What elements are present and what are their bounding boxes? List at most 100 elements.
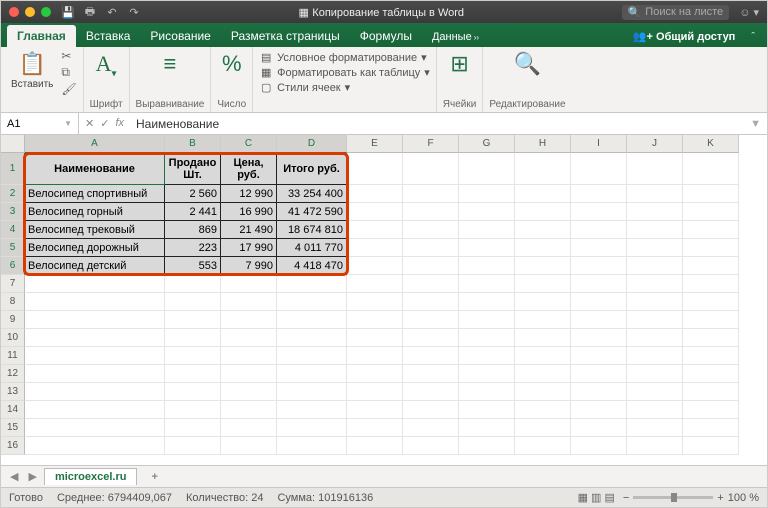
cell[interactable]: Велосипед детский bbox=[25, 257, 165, 275]
row-header[interactable]: 6 bbox=[1, 257, 25, 275]
tab-share[interactable]: 👥+ Общий доступ bbox=[623, 25, 746, 47]
cell[interactable]: 553 bbox=[165, 257, 221, 275]
col-E[interactable]: E bbox=[347, 135, 403, 153]
tab-formulas[interactable]: Формулы bbox=[350, 25, 422, 47]
cell[interactable]: Велосипед спортивный bbox=[25, 185, 165, 203]
spreadsheet-grid[interactable]: A B C D E F G H I J K 1 Наименование Про… bbox=[1, 135, 767, 465]
tab-insert[interactable]: Вставка bbox=[76, 25, 141, 47]
cell-D1[interactable]: Итого руб. bbox=[277, 153, 347, 185]
cell[interactable]: 21 490 bbox=[221, 221, 277, 239]
font-button[interactable]: A▾ bbox=[92, 49, 121, 81]
col-H[interactable]: H bbox=[515, 135, 571, 153]
cell[interactable]: 2 560 bbox=[165, 185, 221, 203]
cell[interactable]: 4 011 770 bbox=[277, 239, 347, 257]
col-I[interactable]: I bbox=[571, 135, 627, 153]
row-header[interactable]: 8 bbox=[1, 293, 25, 311]
sheet-nav-next-icon[interactable]: ▶ bbox=[25, 470, 39, 483]
col-D[interactable]: D bbox=[277, 135, 347, 153]
cell[interactable]: 18 674 810 bbox=[277, 221, 347, 239]
maximize-button[interactable] bbox=[41, 7, 51, 17]
zoom-in-icon[interactable]: + bbox=[717, 492, 723, 504]
feedback-icon[interactable]: ☺ ▾ bbox=[739, 6, 759, 19]
number-button[interactable]: % bbox=[218, 49, 246, 79]
save-icon[interactable]: 💾 bbox=[61, 6, 75, 19]
cell[interactable]: 7 990 bbox=[221, 257, 277, 275]
cell[interactable]: 223 bbox=[165, 239, 221, 257]
zoom-out-icon[interactable]: − bbox=[623, 492, 629, 504]
sheet-tab[interactable]: microexcel.ru bbox=[44, 468, 138, 485]
search-box[interactable]: 🔍 Поиск на листе bbox=[622, 5, 730, 20]
row-header[interactable]: 14 bbox=[1, 401, 25, 419]
tab-layout[interactable]: Разметка страницы bbox=[221, 25, 350, 47]
format-painter-icon[interactable]: 🖌 bbox=[61, 82, 76, 96]
col-C[interactable]: C bbox=[221, 135, 277, 153]
page-break-view-icon[interactable]: ▤ bbox=[605, 492, 615, 504]
minimize-button[interactable] bbox=[25, 7, 35, 17]
row-header[interactable]: 9 bbox=[1, 311, 25, 329]
tab-data[interactable]: Данные›› bbox=[422, 25, 489, 47]
format-as-table-button[interactable]: ▦Форматировать как таблицу ▾ bbox=[259, 66, 430, 79]
zoom-control[interactable]: − + 100 % bbox=[623, 492, 759, 504]
expand-formula-icon[interactable]: ▼ bbox=[744, 118, 767, 130]
tab-draw[interactable]: Рисование bbox=[140, 25, 220, 47]
sheet-nav-prev-icon[interactable]: ◀ bbox=[7, 470, 21, 483]
add-sheet-button[interactable]: + bbox=[141, 469, 167, 485]
tab-home[interactable]: Главная bbox=[7, 25, 76, 47]
paste-button[interactable]: 📋 Вставить bbox=[7, 49, 57, 92]
cell[interactable]: 4 418 470 bbox=[277, 257, 347, 275]
row-header[interactable]: 7 bbox=[1, 275, 25, 293]
row-header[interactable]: 15 bbox=[1, 419, 25, 437]
row-header[interactable]: 13 bbox=[1, 383, 25, 401]
col-A[interactable]: A bbox=[25, 135, 165, 153]
row-header[interactable]: 5 bbox=[1, 239, 25, 257]
redo-icon[interactable]: ↷ bbox=[127, 6, 141, 19]
cell[interactable]: 33 254 400 bbox=[277, 185, 347, 203]
cell-A1[interactable]: Наименование bbox=[25, 153, 165, 185]
row-header[interactable]: 10 bbox=[1, 329, 25, 347]
cell[interactable]: 869 bbox=[165, 221, 221, 239]
undo-icon[interactable]: ↶ bbox=[105, 6, 119, 19]
row-header[interactable]: 11 bbox=[1, 347, 25, 365]
row-header[interactable]: 16 bbox=[1, 437, 25, 455]
row-header[interactable]: 4 bbox=[1, 221, 25, 239]
page-layout-view-icon[interactable]: ▥ bbox=[591, 492, 601, 504]
close-button[interactable] bbox=[9, 7, 19, 17]
col-F[interactable]: F bbox=[403, 135, 459, 153]
col-J[interactable]: J bbox=[627, 135, 683, 153]
row-header[interactable]: 3 bbox=[1, 203, 25, 221]
col-K[interactable]: K bbox=[683, 135, 739, 153]
print-icon[interactable]: 🖶 bbox=[83, 3, 97, 22]
col-B[interactable]: B bbox=[165, 135, 221, 153]
cell-styles-button[interactable]: ▢Стили ячеек ▾ bbox=[259, 81, 430, 94]
cut-icon[interactable]: ✂ bbox=[61, 49, 76, 63]
col-G[interactable]: G bbox=[459, 135, 515, 153]
ribbon-collapse-icon[interactable]: ˆ bbox=[745, 27, 761, 47]
copy-icon[interactable]: ⧉ bbox=[61, 65, 76, 80]
find-icon: 🔍 bbox=[514, 51, 541, 77]
cell[interactable]: 16 990 bbox=[221, 203, 277, 221]
cell[interactable]: Велосипед горный bbox=[25, 203, 165, 221]
cell[interactable]: 41 472 590 bbox=[277, 203, 347, 221]
align-button[interactable]: ≡ bbox=[160, 49, 181, 79]
cell[interactable]: 2 441 bbox=[165, 203, 221, 221]
cell[interactable]: Велосипед дорожный bbox=[25, 239, 165, 257]
fx-icon[interactable]: fx bbox=[115, 117, 124, 130]
cell[interactable]: Велосипед трековый bbox=[25, 221, 165, 239]
row-header[interactable]: 12 bbox=[1, 365, 25, 383]
cell-C1[interactable]: Цена, руб. bbox=[221, 153, 277, 185]
cancel-icon[interactable]: ✕ bbox=[85, 117, 94, 130]
normal-view-icon[interactable]: ▦ bbox=[578, 492, 588, 504]
row-header[interactable]: 2 bbox=[1, 185, 25, 203]
confirm-icon[interactable]: ✓ bbox=[100, 117, 109, 130]
cell[interactable]: 17 990 bbox=[221, 239, 277, 257]
formula-input[interactable]: Наименование bbox=[130, 117, 744, 131]
editing-button[interactable]: 🔍 bbox=[510, 49, 545, 79]
conditional-formatting-button[interactable]: ▤Условное форматирование ▾ bbox=[259, 51, 430, 64]
zoom-slider[interactable] bbox=[633, 496, 713, 499]
select-all-corner[interactable] bbox=[1, 135, 25, 153]
cell[interactable]: 12 990 bbox=[221, 185, 277, 203]
cells-button[interactable]: ⊞ bbox=[446, 49, 472, 79]
cell-B1[interactable]: Продано Шт. bbox=[165, 153, 221, 185]
name-box[interactable]: A1 ▼ bbox=[1, 113, 79, 134]
row-header[interactable]: 1 bbox=[1, 153, 25, 185]
